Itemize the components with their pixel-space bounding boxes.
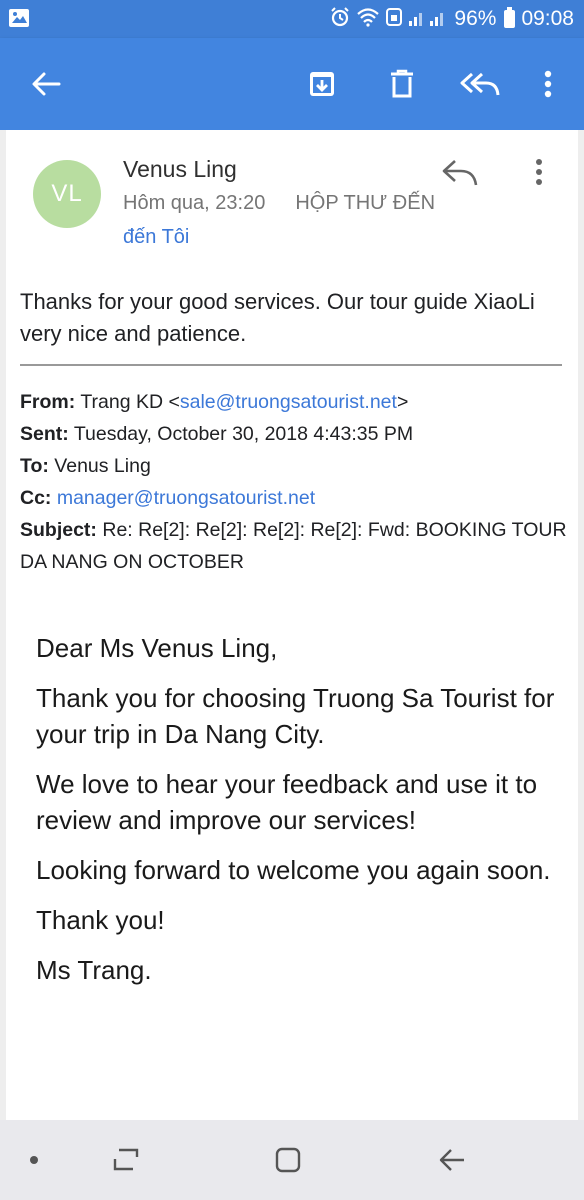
from-line: From: Trang KD <sale@truongsatourist.net… [20, 386, 568, 418]
message-meta: Hôm qua, 23:20 HỘP THƯ ĐẾN [123, 192, 435, 215]
cc-line: Cc: manager@truongsatourist.net [20, 482, 568, 514]
trash-icon[interactable] [382, 64, 422, 104]
to-line: To: Venus Ling [20, 450, 568, 482]
message-card: VL Venus Ling Hôm qua, 23:20 HỘP THƯ ĐẾN … [6, 130, 578, 1120]
cc-email-link[interactable]: manager@truongsatourist.net [57, 487, 315, 509]
subject-value: Re: Re[2]: Re[2]: Re[2]: Re[2]: Fwd: BOO… [20, 519, 567, 573]
body-paragraph: Thank you! [36, 905, 165, 935]
back-icon[interactable] [432, 1142, 472, 1178]
to-value: Venus Ling [54, 455, 151, 477]
dot-icon [14, 1142, 54, 1178]
archive-icon[interactable] [302, 64, 342, 104]
status-bar: 96% 09:08 [0, 0, 584, 38]
folder-label: HỘP THƯ ĐẾN [295, 192, 436, 214]
body-paragraph: We love to hear your feedback and use it… [36, 769, 538, 835]
from-close: > [396, 391, 409, 413]
subject-line: Subject: Re: Re[2]: Re[2]: Re[2]: Re[2]:… [20, 514, 568, 578]
to-label: To: [20, 455, 49, 477]
sent-line: Sent: Tuesday, October 30, 2018 4:43:35 … [20, 418, 568, 450]
clock: 09:08 [521, 7, 574, 30]
sent-value: Tuesday, October 30, 2018 4:43:35 PM [73, 423, 414, 445]
recents-icon[interactable] [106, 1142, 146, 1178]
gallery-icon [8, 8, 30, 33]
sender-name: Venus Ling [123, 156, 237, 182]
navigation-bar [0, 1120, 584, 1200]
home-icon[interactable] [268, 1142, 308, 1178]
data-icon [386, 7, 403, 32]
body-signature: Ms Trang. [36, 955, 152, 985]
more-vert-icon[interactable] [528, 64, 568, 104]
subject-label: Subject: [20, 519, 97, 541]
battery-icon [504, 7, 516, 28]
reply-icon[interactable] [438, 152, 482, 192]
reply-all-icon[interactable] [460, 64, 500, 104]
body-paragraph: Thank you for choosing Truong Sa Tourist… [36, 683, 555, 749]
app-bar [0, 38, 584, 130]
quoted-header: From: Trang KD <sale@truongsatourist.net… [20, 386, 568, 578]
from-label: From: [20, 391, 76, 413]
from-email-link[interactable]: sale@truongsatourist.net [180, 391, 397, 413]
body-greeting: Dear Ms Venus Ling, [36, 633, 278, 663]
quote-divider [20, 364, 562, 366]
back-arrow-icon[interactable] [26, 64, 66, 104]
cc-label: Cc: [20, 487, 52, 509]
message-date: Hôm qua, 23:20 [123, 192, 266, 214]
recipient-details[interactable]: đến Tôi [123, 226, 189, 249]
battery-percent: 96% [454, 7, 497, 30]
alarm-icon [330, 6, 350, 32]
avatar[interactable]: VL [33, 160, 101, 228]
from-name: Trang KD < [80, 391, 180, 413]
message-body: Dear Ms Venus Ling, Thank you for choosi… [36, 630, 566, 1002]
reply-text: Thanks for your good services. Our tour … [20, 289, 535, 346]
wifi-icon [356, 7, 380, 32]
body-paragraph: Looking forward to welcome you again soo… [36, 855, 551, 885]
signal-icon [408, 7, 448, 32]
sent-label: Sent: [20, 423, 69, 445]
message-more-icon[interactable] [524, 152, 554, 192]
